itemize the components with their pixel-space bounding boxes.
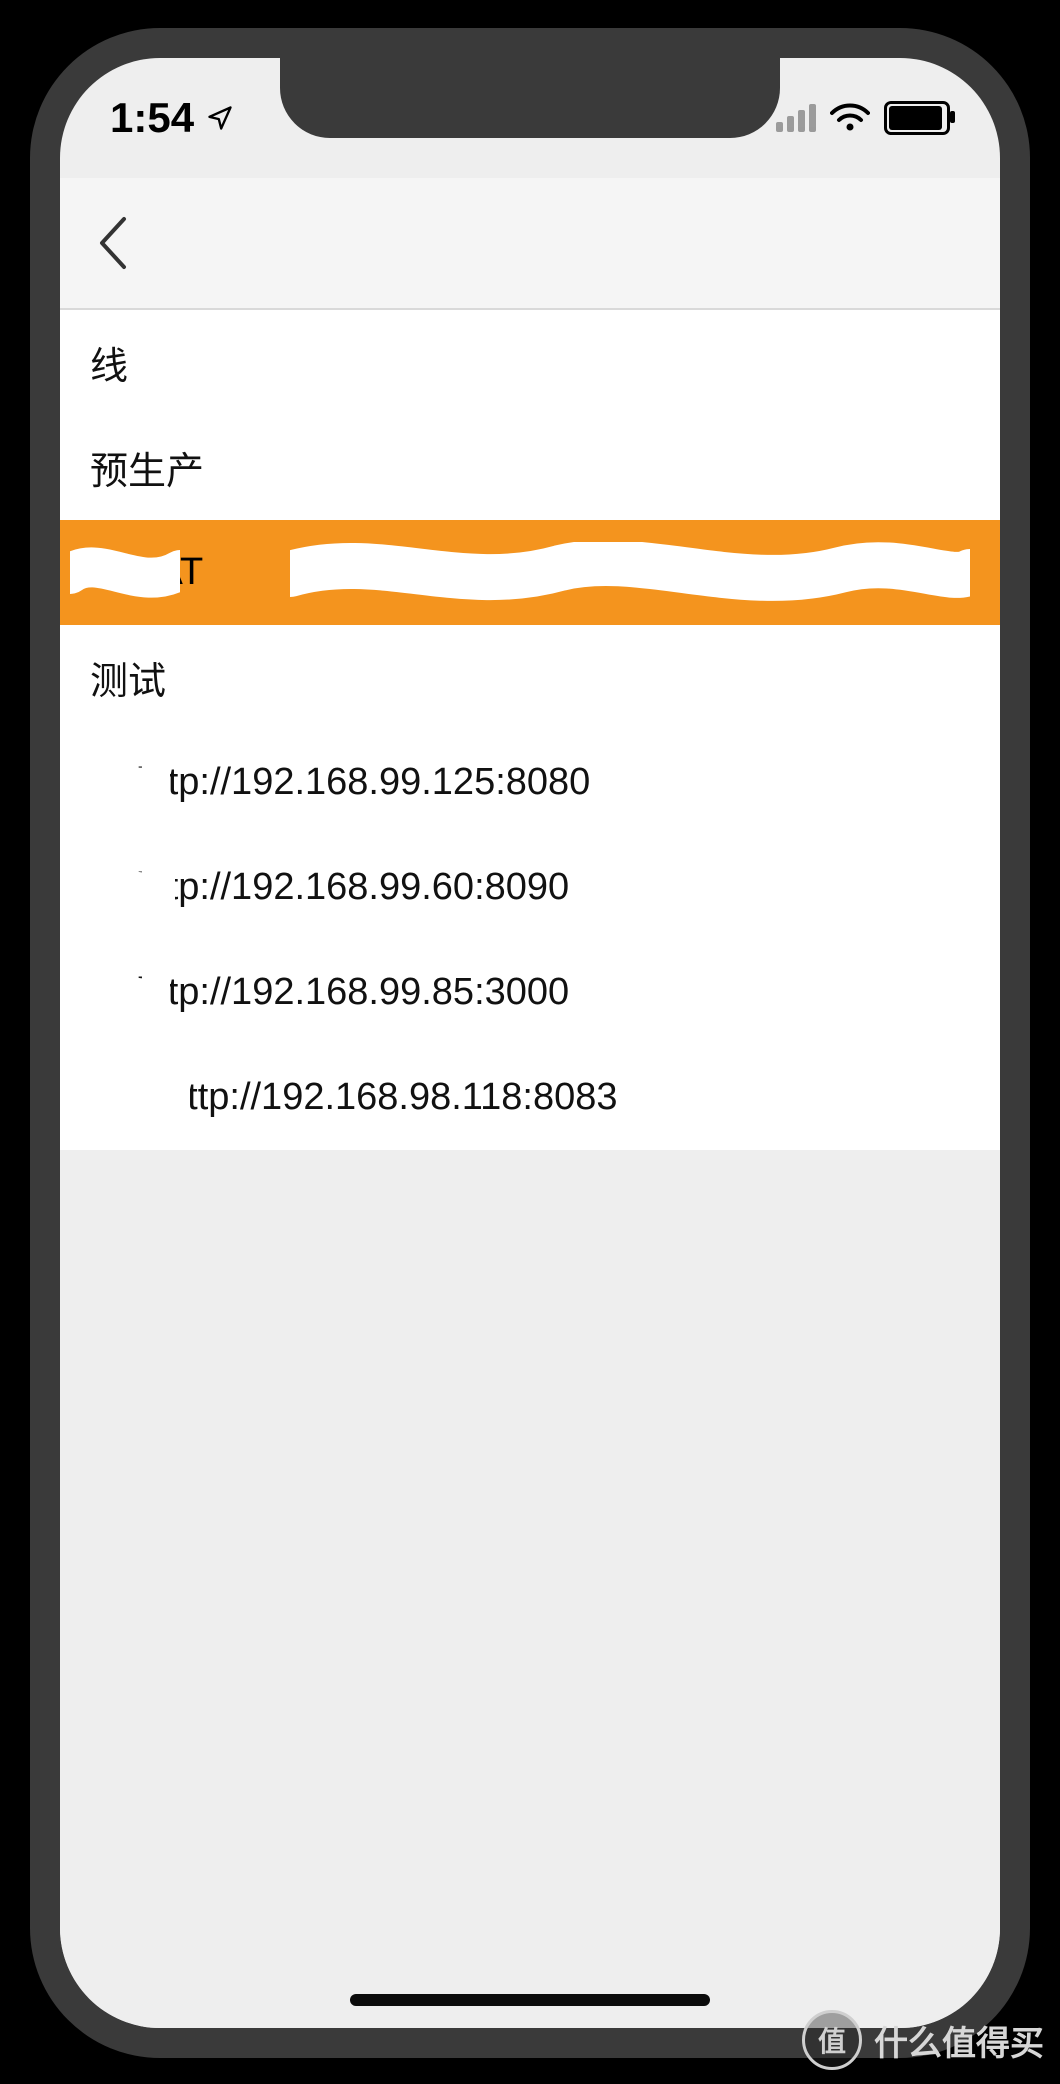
battery-icon [884, 101, 950, 135]
environment-list: 线 预生产 UAT [60, 310, 1000, 2028]
back-button[interactable] [94, 213, 132, 273]
wifi-icon [830, 103, 870, 133]
env-url: http://192.168.98.118:8083 [166, 1076, 617, 1119]
list-item[interactable]: http://192.168.99.125:8080 [60, 730, 1000, 835]
list-item[interactable]: 测试 [60, 625, 1000, 730]
list-item-selected[interactable]: UAT [60, 520, 1000, 625]
list-item[interactable]: http://192.168.99.60:8090 [60, 835, 1000, 940]
env-label: UAT [130, 551, 203, 594]
watermark: 值 什么值得买 [802, 2010, 1044, 2070]
screen: 1:54 [60, 58, 1000, 2028]
notch [280, 58, 780, 138]
env-label: 线 [90, 335, 128, 390]
env-label: 测试 [90, 650, 166, 705]
watermark-text: 什么值得买 [874, 2016, 1044, 2065]
cellular-icon [776, 104, 816, 132]
home-indicator[interactable] [350, 1994, 710, 2006]
status-time: 1:54 [110, 94, 194, 142]
env-label: 预生产 [90, 440, 204, 495]
list-item[interactable]: 预生产 [60, 415, 1000, 520]
list-item[interactable]: http://192.168.99.85:3000 [60, 940, 1000, 1045]
list-item[interactable]: http://192.168.98.118:8083 [60, 1045, 1000, 1150]
env-url: http://192.168.99.60:8090 [136, 866, 569, 909]
env-url: http://192.168.99.125:8080 [136, 761, 590, 804]
env-url: http://192.168.99.85:3000 [136, 971, 569, 1014]
phone-frame: 1:54 [30, 28, 1030, 2058]
nav-bar [60, 178, 1000, 310]
location-icon [206, 104, 234, 132]
watermark-icon: 值 [802, 2010, 862, 2070]
list-item[interactable]: 线 [60, 310, 1000, 415]
